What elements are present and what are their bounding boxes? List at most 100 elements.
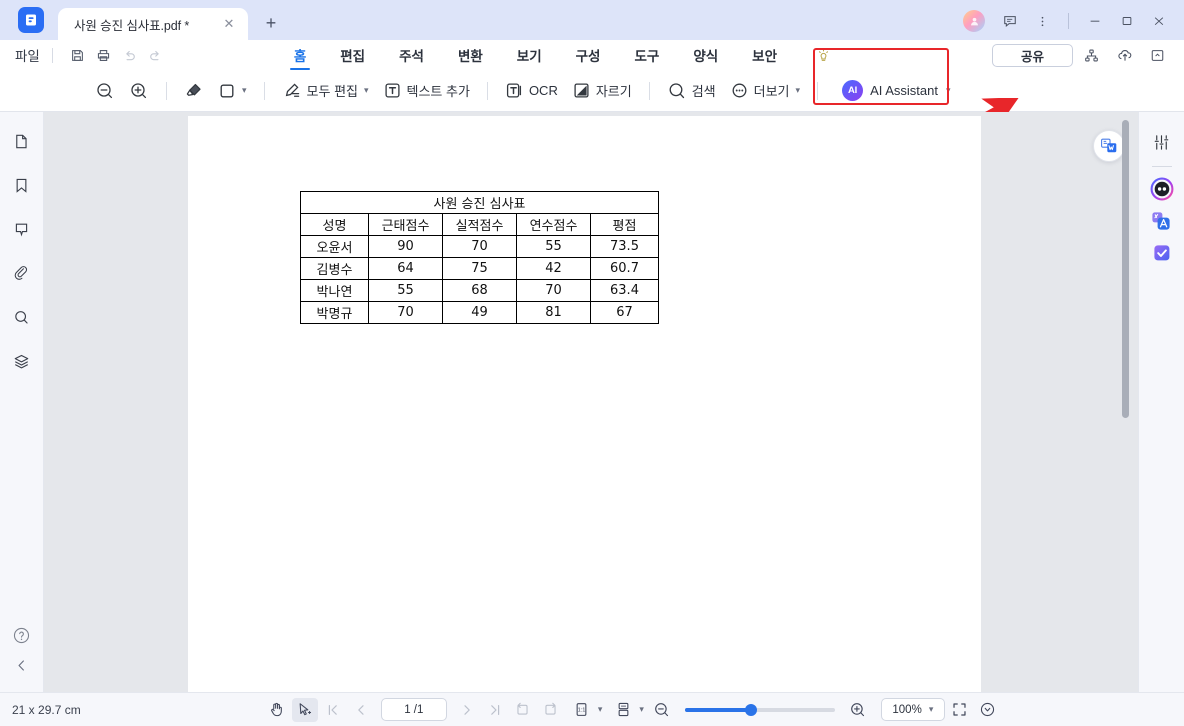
zoom-slider-track[interactable] [684,703,835,716]
chevron-down-icon: ▾ [242,85,247,95]
cloud-upload-icon[interactable] [1110,43,1139,67]
page-size-label: 21 x 29.7 cm [12,702,81,717]
tab-organize[interactable]: 구성 [559,40,618,70]
table-header-cell: 연수점수 [516,213,591,236]
more-tools-label: 더보기 [753,84,790,99]
add-text-button[interactable]: 텍스트 추가 [376,76,477,106]
table-cell: 64 [368,257,443,280]
tab-protect[interactable]: 보안 [735,40,794,70]
avatar[interactable] [963,10,985,32]
feedback-icon[interactable] [995,8,1025,34]
new-tab-button[interactable]: + [256,8,286,38]
table-cell: 67 [590,301,659,324]
properties-sliders-icon[interactable] [1146,126,1178,158]
highlighter-icon [184,81,204,101]
add-text-label: 텍스트 추가 [406,84,470,99]
sidebar-item-bookmarks[interactable] [7,170,37,200]
document-viewer[interactable]: 사원 승진 심사표 성명 근태점수 실적점수 연수점수 평점 오윤서 90 70… [44,112,1138,692]
select-tool-icon[interactable] [291,697,318,722]
sidebar-item-search[interactable] [7,302,37,332]
more-view-options-icon[interactable] [975,698,1001,722]
ai-assistant-button[interactable]: AI AI Assistant ▾ [834,76,958,106]
ai-proofread-icon[interactable] [1146,237,1178,269]
fullscreen-icon[interactable] [947,698,973,722]
app-logo-icon [18,7,44,33]
ocr-button[interactable]: OCR [498,76,565,106]
collapse-sidebar-icon[interactable] [7,650,37,680]
maximize-button[interactable] [1112,8,1142,34]
tab-home[interactable]: 홈 [277,40,323,70]
zoom-out-button[interactable] [88,76,122,106]
undo-icon[interactable] [117,43,143,67]
rotate-left-icon[interactable] [510,698,536,722]
minimize-button[interactable] [1080,8,1110,34]
table-header-row: 성명 근태점수 실적점수 연수점수 평점 [300,213,659,236]
page-fit-dropdown[interactable]: 1:1 ▾ [569,698,602,722]
save-icon[interactable] [65,43,91,67]
convert-to-word-button[interactable] [1093,130,1125,162]
sidebar-item-thumbnails[interactable] [7,126,37,156]
table-cell: 81 [516,301,591,324]
zoom-in-button[interactable] [845,698,871,722]
last-page-icon[interactable] [482,698,508,722]
redo-icon[interactable] [143,43,169,67]
hand-tool-icon[interactable] [264,698,290,722]
table-header-cell: 성명 [300,213,369,236]
crop-button[interactable]: 자르기 [565,76,639,106]
edit-all-button[interactable]: 모두 편집 ▾ [275,76,376,106]
zoom-in-icon [129,81,149,101]
zoom-level-dropdown[interactable]: 100% ▾ [880,698,945,721]
zoom-slider[interactable] [684,703,835,716]
menu-file[interactable]: 파일 [15,45,40,65]
page-number-input[interactable]: 1 /1 [380,698,447,721]
tips-bulb-icon[interactable] [816,48,831,63]
ai-chatbot-icon[interactable] [1146,173,1178,205]
previous-page-icon[interactable] [348,698,374,722]
search-label: 검색 [691,84,716,99]
help-icon[interactable] [7,620,37,650]
search-button[interactable]: 검색 [660,76,723,106]
more-tools-button[interactable]: 더보기 ▾ [723,76,807,106]
share-button[interactable]: 공유 [991,43,1073,67]
ai-badge-icon: AI [842,80,864,101]
table-cell: 김병수 [300,257,369,280]
sidebar-item-comments[interactable] [7,214,37,244]
shape-tool-button[interactable]: ▾ [211,76,254,106]
zoom-in-button[interactable] [122,76,156,106]
ai-translate-icon[interactable] [1146,205,1178,237]
tab-forms[interactable]: 양식 [676,40,735,70]
collapse-ribbon-icon[interactable] [1143,43,1172,67]
status-bar: 21 x 29.7 cm 1 /1 1:1 ▾ ▾ 100% ▾ [0,692,1184,726]
crop-icon [572,81,591,100]
window-controls [963,8,1184,40]
tab-comment[interactable]: 주석 [382,40,441,70]
document-tab[interactable]: 사원 승진 심사표.pdf * ✕ [58,8,248,40]
zoom-slider-fill [684,707,753,712]
pdf-page[interactable]: 사원 승진 심사표 성명 근태점수 실적점수 연수점수 평점 오윤서 90 70… [188,116,981,692]
rotate-right-icon[interactable] [538,698,564,722]
table-title-row: 사원 승진 심사표 [300,191,659,214]
next-page-icon[interactable] [454,698,480,722]
page-layout-icon [610,698,636,722]
tab-view[interactable]: 보기 [500,40,559,70]
window-close-button[interactable] [1144,8,1174,34]
more-options-icon[interactable] [1027,8,1057,34]
page-layout-dropdown[interactable]: ▾ [610,698,644,722]
zoom-slider-knob[interactable] [744,703,757,716]
share-network-icon[interactable] [1077,43,1106,67]
search-icon [667,81,687,101]
vertical-scrollbar[interactable] [1122,120,1129,418]
first-page-icon[interactable] [320,698,346,722]
more-horizontal-icon [730,81,749,100]
tab-edit[interactable]: 편집 [323,40,382,70]
tab-convert[interactable]: 변환 [441,40,500,70]
table-cell: 오윤서 [300,235,369,258]
close-icon[interactable]: ✕ [220,15,238,33]
tab-tools[interactable]: 도구 [617,40,676,70]
zoom-out-button[interactable] [649,698,675,722]
highlighter-button[interactable] [177,76,211,106]
sidebar-item-attachments[interactable] [7,258,37,288]
left-sidebar-bottom [7,620,37,692]
sidebar-item-layers[interactable] [7,346,37,376]
print-icon[interactable] [91,43,117,67]
